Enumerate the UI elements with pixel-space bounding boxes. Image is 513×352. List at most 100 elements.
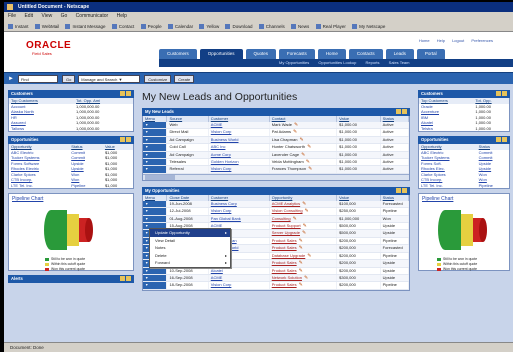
row-menu-button[interactable]: ▼	[143, 207, 168, 216]
edit-pencil-icon[interactable]: ✎	[302, 230, 306, 236]
row-menu-button[interactable]: ▼	[143, 267, 168, 275]
menu-edit[interactable]: Edit	[24, 13, 33, 19]
menu-go[interactable]: Go	[61, 13, 68, 19]
lead-customer[interactable]: ACME	[208, 122, 270, 130]
tab-opportunities[interactable]: Opportunities	[199, 49, 243, 59]
opp-link[interactable]: LTE Tel. Inc.	[9, 183, 69, 189]
opp-customer[interactable]: Pan Global Bank	[208, 215, 270, 224]
edit-pencil-icon[interactable]: ✎	[293, 216, 297, 222]
menu-item-update[interactable]: Update Opportunity ▸	[150, 229, 230, 237]
link-channels[interactable]: Channels	[258, 21, 285, 31]
edit-pencil-icon[interactable]: ✎	[307, 144, 311, 150]
link-news[interactable]: News	[291, 21, 309, 31]
menu-file[interactable]: File	[8, 13, 16, 19]
minimize-icon[interactable]	[396, 187, 401, 193]
row-menu-button[interactable]: ▼	[143, 165, 168, 174]
edit-pencil-icon[interactable]: ✎	[300, 137, 304, 143]
opp-customer[interactable]: Vision Corp	[208, 281, 270, 290]
opp-status[interactable]: Pipeline	[69, 183, 103, 189]
link-yellow[interactable]: Yellow	[199, 21, 219, 31]
close-icon[interactable]	[502, 91, 507, 96]
row-menu-button[interactable]: ▼	[143, 200, 168, 209]
edit-pencil-icon[interactable]: ✎	[299, 282, 303, 288]
minimize-icon[interactable]	[496, 91, 501, 96]
tab-home[interactable]: Home	[317, 49, 346, 59]
scroll-thumb[interactable]	[145, 174, 175, 180]
lead-customer[interactable]: Acme Corp	[208, 151, 270, 160]
edit-pencil-icon[interactable]: ✎	[293, 129, 297, 135]
link-webmail[interactable]: WebMail	[34, 21, 59, 31]
subtab-sales-team[interactable]: Sales Team	[389, 60, 410, 65]
opp-status[interactable]: Pipeline	[477, 183, 509, 189]
close-icon[interactable]	[402, 187, 407, 193]
lead-customer[interactable]: Vision Corp	[208, 128, 270, 137]
link-calendar[interactable]: Calendar	[167, 21, 193, 31]
search-scope-select[interactable]: Manage and Search ▼	[78, 74, 141, 83]
subtab-my-opportunities[interactable]: My Opportunities	[279, 60, 309, 65]
link-people[interactable]: People	[140, 21, 162, 31]
close-icon[interactable]	[126, 137, 131, 142]
edit-pencil-icon[interactable]: ✎	[299, 245, 303, 251]
menu-help[interactable]: Help	[117, 13, 127, 19]
lead-customer[interactable]: Golden Horizon	[208, 158, 270, 167]
menu-item-view[interactable]: View Detail	[150, 237, 230, 245]
subtab-lookup[interactable]: Opportunities Lookup	[318, 60, 356, 65]
tab-leads[interactable]: Leads	[385, 49, 414, 59]
link-my-netscape[interactable]: My Netscape	[352, 21, 385, 31]
menu-item-forward[interactable]: Forward ▸	[150, 259, 230, 267]
customer-link[interactable]: Tallows	[9, 126, 74, 132]
menu-item-delete[interactable]: Delete ▸	[150, 252, 230, 260]
edit-pencil-icon[interactable]: ✎	[305, 208, 309, 214]
close-icon[interactable]	[126, 91, 131, 96]
opp-customer[interactable]: Alcatel	[208, 267, 270, 275]
minimize-icon[interactable]	[496, 137, 501, 142]
tab-portal[interactable]: Portal	[416, 49, 445, 59]
tab-quotes[interactable]: Quotes	[245, 49, 277, 59]
right-pipeline-title[interactable]: Pipeline Chart	[419, 194, 509, 204]
edit-pencil-icon[interactable]: ✎	[304, 275, 308, 281]
search-input[interactable]: Find	[17, 74, 58, 83]
lead-customer[interactable]: Vision Corp	[208, 165, 270, 174]
link-help[interactable]: Help	[437, 38, 445, 43]
edit-pencil-icon[interactable]: ✎	[308, 166, 312, 172]
lead-customer[interactable]: Business World	[208, 136, 270, 145]
minimize-icon[interactable]	[396, 109, 401, 114]
link-logout[interactable]: Logout	[452, 38, 464, 43]
pipeline-title[interactable]: Pipeline Chart	[9, 194, 133, 204]
edit-pencil-icon[interactable]: ✎	[301, 152, 305, 158]
link-realplayer[interactable]: Real Player	[315, 21, 346, 31]
edit-pencil-icon[interactable]: ✎	[302, 201, 306, 207]
row-menu-button[interactable]: ▼	[143, 215, 168, 224]
close-icon[interactable]	[402, 109, 407, 114]
menu-view[interactable]: View	[41, 13, 52, 19]
link-contact[interactable]: Contact	[111, 21, 134, 31]
link-instant-message[interactable]: Instant Message	[65, 21, 106, 31]
row-menu-button[interactable]: ▼	[143, 274, 168, 283]
opp-customer[interactable]: ACME	[208, 274, 270, 283]
menu-communicator[interactable]: Communicator	[76, 13, 109, 19]
close-icon[interactable]	[126, 276, 131, 281]
row-menu-button[interactable]: ▼	[143, 136, 168, 145]
create-button[interactable]: Create	[174, 74, 195, 83]
tab-contacts[interactable]: Contacts	[348, 49, 383, 59]
edit-pencil-icon[interactable]: ✎	[306, 159, 310, 165]
tab-customers[interactable]: Customers	[159, 49, 197, 59]
row-menu-button[interactable]: ▼	[143, 281, 168, 290]
tab-forecasts[interactable]: Forecasts	[279, 49, 315, 59]
row-menu-button[interactable]: ▼	[143, 143, 168, 152]
row-menu-button[interactable]: ▼	[143, 122, 168, 130]
opp-customer[interactable]: Vision Corp	[208, 207, 270, 216]
opp-customer[interactable]: Business Corp	[208, 200, 270, 209]
edit-pencil-icon[interactable]: ✎	[299, 268, 303, 274]
edit-pencil-icon[interactable]: ✎	[307, 253, 311, 259]
edit-pencil-icon[interactable]: ✎	[303, 223, 307, 229]
link-instant[interactable]: Instant	[8, 21, 29, 31]
subtab-reports[interactable]: Reports	[366, 60, 380, 65]
link-preferences[interactable]: Preferences	[471, 38, 493, 43]
leads-hscrollbar[interactable]	[143, 173, 409, 180]
opp-link[interactable]: LTE Tel. Inc.	[419, 183, 477, 189]
edit-pencil-icon[interactable]: ✎	[299, 260, 303, 266]
customize-button[interactable]: Customize	[144, 74, 172, 83]
link-download[interactable]: Download	[225, 21, 253, 31]
edit-pencil-icon[interactable]: ✎	[299, 238, 303, 244]
